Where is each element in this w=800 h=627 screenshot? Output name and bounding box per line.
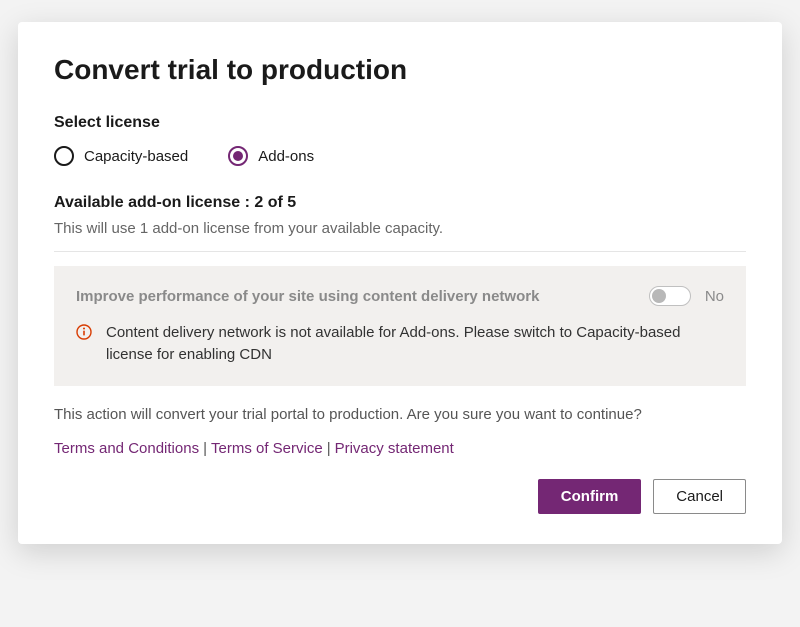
terms-conditions-link[interactable]: Terms and Conditions: [54, 440, 199, 457]
license-radio-group: Capacity-based Add-ons: [54, 146, 746, 166]
cdn-toggle-label: Improve performance of your site using c…: [76, 288, 635, 305]
radio-checked-icon: [228, 146, 248, 166]
cdn-info-box: Improve performance of your site using c…: [54, 266, 746, 386]
radio-capacity-label: Capacity-based: [84, 148, 188, 165]
cdn-warning-text: Content delivery network is not availabl…: [106, 322, 724, 366]
confirm-button[interactable]: Confirm: [538, 479, 642, 514]
cdn-toggle[interactable]: [649, 286, 691, 306]
toggle-knob-icon: [652, 289, 666, 303]
cdn-warning-row: Content delivery network is not availabl…: [76, 322, 724, 366]
radio-unchecked-icon: [54, 146, 74, 166]
usage-description: This will use 1 add-on license from your…: [54, 220, 746, 237]
legal-links: Terms and Conditions|Terms of Service|Pr…: [54, 440, 746, 457]
cancel-button[interactable]: Cancel: [653, 479, 746, 514]
convert-trial-modal: Convert trial to production Select licen…: [18, 22, 782, 544]
cdn-toggle-state: No: [705, 288, 724, 305]
radio-capacity-based[interactable]: Capacity-based: [54, 146, 188, 166]
radio-dot-icon: [233, 151, 243, 161]
link-separator: |: [203, 440, 207, 457]
terms-service-link[interactable]: Terms of Service: [211, 440, 323, 457]
info-warning-icon: [76, 324, 92, 340]
modal-title: Convert trial to production: [54, 54, 746, 86]
link-separator: |: [327, 440, 331, 457]
available-license-count: Available add-on license : 2 of 5: [54, 194, 746, 212]
radio-addons[interactable]: Add-ons: [228, 146, 314, 166]
cdn-toggle-row: Improve performance of your site using c…: [76, 286, 724, 306]
confirm-action-text: This action will convert your trial port…: [54, 404, 746, 427]
radio-addons-label: Add-ons: [258, 148, 314, 165]
divider: [54, 251, 746, 252]
dialog-button-row: Confirm Cancel: [54, 479, 746, 514]
privacy-link[interactable]: Privacy statement: [335, 440, 454, 457]
select-license-label: Select license: [54, 114, 746, 132]
